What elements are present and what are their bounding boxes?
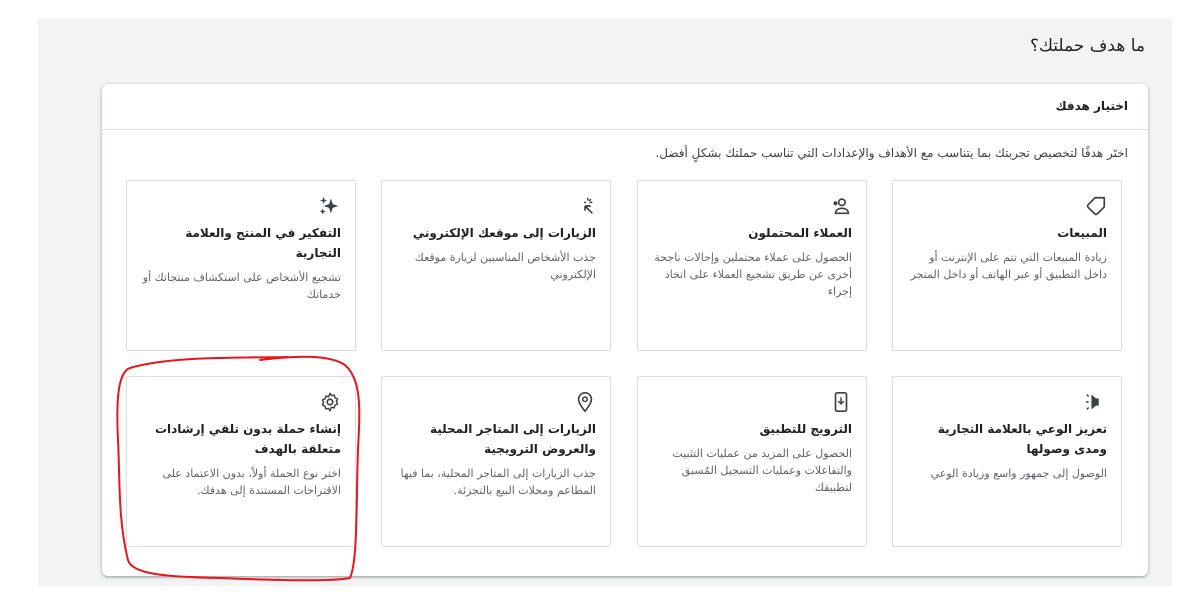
goal-card-title: المبيعات <box>1057 226 1107 240</box>
goal-card-description: الحصول على عملاء محتملين وإحالات ناجحة أ… <box>654 251 852 298</box>
people-icon <box>830 195 852 217</box>
goal-card-no-goal-guidance[interactable]: إنشاء حملة بدون تلقي إرشادات متعلقة باله… <box>126 376 356 547</box>
goal-card-title: التفكير في المنتج والعلامة التجارية <box>185 226 341 260</box>
goal-card-title: إنشاء حملة بدون تلقي إرشادات متعلقة باله… <box>154 422 341 456</box>
goal-card-description: الحصول على المزيد من عمليات التثبيت والت… <box>672 447 852 494</box>
goal-card-title: العملاء المحتملون <box>748 226 852 240</box>
goal-card-description: الوصول إلى جمهور واسع وزيادة الوعي <box>930 467 1107 480</box>
goal-card-local-store-visits[interactable]: الزيارات إلى المتاجر المحلية والعروض الت… <box>381 376 611 547</box>
goal-card-description: تشجيع الأشخاص على استكشاف منتجاتك أو خدم… <box>142 271 341 301</box>
page-title: ما هدف حملتك؟ <box>1029 36 1145 56</box>
goal-card-leads[interactable]: العملاء المحتملون الحصول على عملاء محتمل… <box>637 180 867 351</box>
goal-card-title: الترويج للتطبيق <box>759 422 852 436</box>
goal-card-product-consideration[interactable]: التفكير في المنتج والعلامة التجارية تشجي… <box>126 180 356 351</box>
goal-card-brand-awareness[interactable]: تعزيز الوعي بالعلامة التجارية ومدى وصوله… <box>892 376 1122 547</box>
megaphone-icon <box>1085 391 1107 413</box>
goal-card-description: اختر نوع الحملة أولاً، بدون الاعتماد على… <box>162 467 341 497</box>
location-pin-icon <box>574 391 596 413</box>
click-icon <box>574 195 596 217</box>
goal-card-description: جذب الزيارات إلى المتاجر المحلية، بما في… <box>400 467 596 497</box>
goal-card-title: الزيارات إلى موقعك الإلكتروني <box>412 226 596 240</box>
phone-download-icon <box>830 391 852 413</box>
goal-card-title: الزيارات إلى المتاجر المحلية والعروض الت… <box>429 422 596 456</box>
panel-header: اختيار هدفك <box>102 84 1148 130</box>
goal-card-sales[interactable]: المبيعات زيادة المبيعات التي تتم على الإ… <box>892 180 1122 351</box>
goal-card-website-traffic[interactable]: الزيارات إلى موقعك الإلكتروني جذب الأشخا… <box>381 180 611 351</box>
goal-card-title: تعزيز الوعي بالعلامة التجارية ومدى وصوله… <box>937 422 1107 456</box>
goal-card-app-promotion[interactable]: الترويج للتطبيق الحصول على المزيد من عمل… <box>637 376 867 547</box>
goal-card-description: جذب الأشخاص المناسبين لزيارة موقعك الإلك… <box>414 251 596 281</box>
tag-icon <box>1085 195 1107 217</box>
panel-description: اختَر هدفًا لتخصيص تجربتك بما يتناسب مع … <box>655 146 1128 160</box>
gear-icon <box>319 391 341 413</box>
sparkle-icon <box>319 195 341 217</box>
goal-card-description: زيادة المبيعات التي تتم على الإنترنت أو … <box>910 251 1107 281</box>
